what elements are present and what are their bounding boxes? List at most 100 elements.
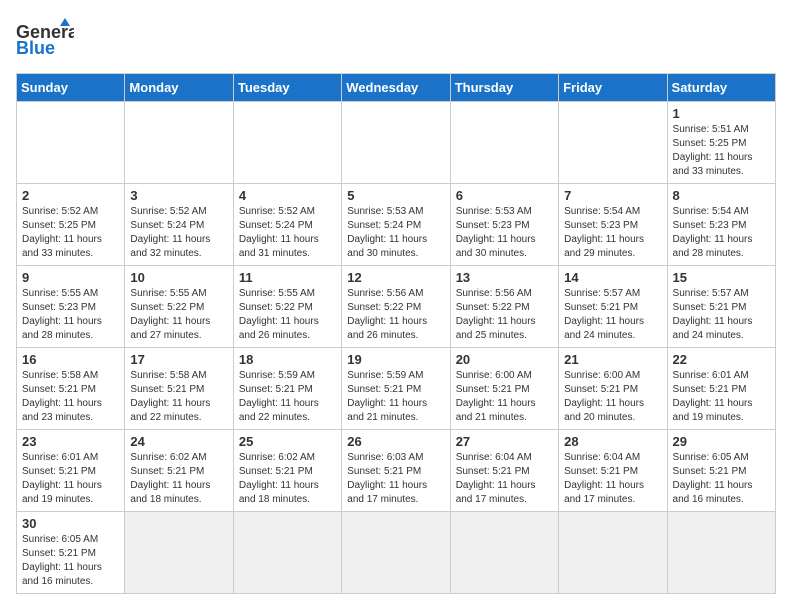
day-cell: 11 Sunrise: 5:55 AMSunset: 5:22 PMDayligh… bbox=[233, 266, 341, 348]
day-info: Sunrise: 5:58 AMSunset: 5:21 PMDaylight:… bbox=[22, 369, 119, 425]
day-cell: 27 Sunrise: 6:04 AMSunset: 5:21 PMDayligh… bbox=[450, 430, 558, 512]
day-info: Sunrise: 6:04 AMSunset: 5:21 PMDaylight:… bbox=[456, 451, 553, 507]
day-info: Sunrise: 5:52 AMSunset: 5:24 PMDaylight:… bbox=[239, 205, 336, 261]
calendar-table: SundayMondayTuesdayWednesdayThursdayFrid… bbox=[16, 73, 776, 594]
day-number: 4 bbox=[239, 188, 336, 203]
day-cell bbox=[450, 512, 558, 594]
day-number: 9 bbox=[22, 270, 119, 285]
day-cell: 9 Sunrise: 5:55 AMSunset: 5:23 PMDaylight… bbox=[17, 266, 125, 348]
day-number: 24 bbox=[130, 434, 227, 449]
day-number: 15 bbox=[673, 270, 770, 285]
weekday-header-thursday: Thursday bbox=[450, 74, 558, 102]
day-number: 6 bbox=[456, 188, 553, 203]
day-number: 11 bbox=[239, 270, 336, 285]
day-cell: 4 Sunrise: 5:52 AMSunset: 5:24 PMDaylight… bbox=[233, 184, 341, 266]
day-cell: 23 Sunrise: 6:01 AMSunset: 5:21 PMDayligh… bbox=[17, 430, 125, 512]
day-cell: 26 Sunrise: 6:03 AMSunset: 5:21 PMDayligh… bbox=[342, 430, 450, 512]
day-info: Sunrise: 5:52 AMSunset: 5:24 PMDaylight:… bbox=[130, 205, 227, 261]
day-info: Sunrise: 6:02 AMSunset: 5:21 PMDaylight:… bbox=[130, 451, 227, 507]
week-row-6: 30 Sunrise: 6:05 AMSunset: 5:21 PMDayligh… bbox=[17, 512, 776, 594]
day-cell: 14Sunrise: 5:57 AMSunset: 5:21 PMDayligh… bbox=[559, 266, 667, 348]
day-number: 17 bbox=[130, 352, 227, 367]
day-info: Sunrise: 5:55 AMSunset: 5:22 PMDaylight:… bbox=[130, 287, 227, 343]
day-info: Sunrise: 5:58 AMSunset: 5:21 PMDaylight:… bbox=[130, 369, 227, 425]
weekday-header-sunday: Sunday bbox=[17, 74, 125, 102]
day-info: Sunrise: 5:52 AMSunset: 5:25 PMDaylight:… bbox=[22, 205, 119, 261]
day-cell: 10 Sunrise: 5:55 AMSunset: 5:22 PMDayligh… bbox=[125, 266, 233, 348]
day-info: Sunrise: 5:51 AMSunset: 5:25 PMDaylight:… bbox=[673, 123, 770, 179]
day-cell: 18 Sunrise: 5:59 AMSunset: 5:21 PMDayligh… bbox=[233, 348, 341, 430]
svg-text:Blue: Blue bbox=[16, 38, 55, 58]
day-cell: 3 Sunrise: 5:52 AMSunset: 5:24 PMDaylight… bbox=[125, 184, 233, 266]
day-cell bbox=[667, 512, 775, 594]
day-cell bbox=[559, 512, 667, 594]
weekday-header-tuesday: Tuesday bbox=[233, 74, 341, 102]
day-info: Sunrise: 5:54 AMSunset: 5:23 PMDaylight:… bbox=[564, 205, 661, 261]
day-number: 10 bbox=[130, 270, 227, 285]
logo-icon: General Blue bbox=[16, 16, 74, 63]
day-info: Sunrise: 5:55 AMSunset: 5:22 PMDaylight:… bbox=[239, 287, 336, 343]
day-number: 8 bbox=[673, 188, 770, 203]
day-cell: 8 Sunrise: 5:54 AMSunset: 5:23 PMDaylight… bbox=[667, 184, 775, 266]
day-info: Sunrise: 5:55 AMSunset: 5:23 PMDaylight:… bbox=[22, 287, 119, 343]
week-row-3: 9 Sunrise: 5:55 AMSunset: 5:23 PMDaylight… bbox=[17, 266, 776, 348]
page-container: General Blue SundayMondayTuesdayWednesda… bbox=[16, 16, 776, 594]
day-cell: 28Sunrise: 6:04 AMSunset: 5:21 PMDayligh… bbox=[559, 430, 667, 512]
day-info: Sunrise: 5:56 AMSunset: 5:22 PMDaylight:… bbox=[347, 287, 444, 343]
day-cell: 19Sunrise: 5:59 AMSunset: 5:21 PMDayligh… bbox=[342, 348, 450, 430]
day-number: 26 bbox=[347, 434, 444, 449]
day-number: 25 bbox=[239, 434, 336, 449]
day-number: 12 bbox=[347, 270, 444, 285]
day-cell: 20 Sunrise: 6:00 AMSunset: 5:21 PMDayligh… bbox=[450, 348, 558, 430]
day-cell bbox=[342, 102, 450, 184]
day-number: 14 bbox=[564, 270, 661, 285]
weekday-header-monday: Monday bbox=[125, 74, 233, 102]
day-number: 30 bbox=[22, 516, 119, 531]
day-number: 23 bbox=[22, 434, 119, 449]
day-cell bbox=[450, 102, 558, 184]
day-info: Sunrise: 5:53 AMSunset: 5:24 PMDaylight:… bbox=[347, 205, 444, 261]
day-number: 20 bbox=[456, 352, 553, 367]
day-cell: 16Sunrise: 5:58 AMSunset: 5:21 PMDayligh… bbox=[17, 348, 125, 430]
week-row-4: 16Sunrise: 5:58 AMSunset: 5:21 PMDayligh… bbox=[17, 348, 776, 430]
weekday-header-row: SundayMondayTuesdayWednesdayThursdayFrid… bbox=[17, 74, 776, 102]
day-number: 7 bbox=[564, 188, 661, 203]
day-info: Sunrise: 5:54 AMSunset: 5:23 PMDaylight:… bbox=[673, 205, 770, 261]
day-info: Sunrise: 6:03 AMSunset: 5:21 PMDaylight:… bbox=[347, 451, 444, 507]
day-number: 1 bbox=[673, 106, 770, 121]
day-info: Sunrise: 6:05 AMSunset: 5:21 PMDaylight:… bbox=[22, 533, 119, 589]
day-cell: 30 Sunrise: 6:05 AMSunset: 5:21 PMDayligh… bbox=[17, 512, 125, 594]
day-cell: 24 Sunrise: 6:02 AMSunset: 5:21 PMDayligh… bbox=[125, 430, 233, 512]
day-number: 22 bbox=[673, 352, 770, 367]
day-info: Sunrise: 6:00 AMSunset: 5:21 PMDaylight:… bbox=[456, 369, 553, 425]
day-cell: 5 Sunrise: 5:53 AMSunset: 5:24 PMDaylight… bbox=[342, 184, 450, 266]
day-number: 18 bbox=[239, 352, 336, 367]
logo-area: General Blue bbox=[16, 16, 74, 63]
day-info: Sunrise: 5:53 AMSunset: 5:23 PMDaylight:… bbox=[456, 205, 553, 261]
day-number: 2 bbox=[22, 188, 119, 203]
day-info: Sunrise: 6:00 AMSunset: 5:21 PMDaylight:… bbox=[564, 369, 661, 425]
day-cell: 13Sunrise: 5:56 AMSunset: 5:22 PMDayligh… bbox=[450, 266, 558, 348]
day-number: 5 bbox=[347, 188, 444, 203]
day-cell: 22Sunrise: 6:01 AMSunset: 5:21 PMDayligh… bbox=[667, 348, 775, 430]
day-info: Sunrise: 5:57 AMSunset: 5:21 PMDaylight:… bbox=[673, 287, 770, 343]
week-row-5: 23 Sunrise: 6:01 AMSunset: 5:21 PMDayligh… bbox=[17, 430, 776, 512]
day-cell bbox=[233, 512, 341, 594]
day-cell: 29Sunrise: 6:05 AMSunset: 5:21 PMDayligh… bbox=[667, 430, 775, 512]
day-info: Sunrise: 5:59 AMSunset: 5:21 PMDaylight:… bbox=[239, 369, 336, 425]
day-number: 29 bbox=[673, 434, 770, 449]
day-number: 27 bbox=[456, 434, 553, 449]
day-cell: 7 Sunrise: 5:54 AMSunset: 5:23 PMDaylight… bbox=[559, 184, 667, 266]
day-number: 19 bbox=[347, 352, 444, 367]
day-cell bbox=[17, 102, 125, 184]
day-cell bbox=[233, 102, 341, 184]
day-number: 3 bbox=[130, 188, 227, 203]
weekday-header-saturday: Saturday bbox=[667, 74, 775, 102]
week-row-2: 2 Sunrise: 5:52 AMSunset: 5:25 PMDaylight… bbox=[17, 184, 776, 266]
day-cell: 21 Sunrise: 6:00 AMSunset: 5:21 PMDayligh… bbox=[559, 348, 667, 430]
day-number: 21 bbox=[564, 352, 661, 367]
day-cell bbox=[125, 512, 233, 594]
weekday-header-friday: Friday bbox=[559, 74, 667, 102]
day-info: Sunrise: 6:01 AMSunset: 5:21 PMDaylight:… bbox=[22, 451, 119, 507]
day-number: 28 bbox=[564, 434, 661, 449]
